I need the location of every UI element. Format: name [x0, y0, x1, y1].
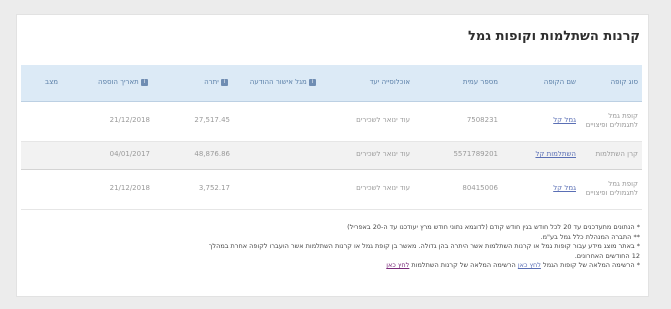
cell-date: 21/12/2018 [109, 116, 150, 125]
column-header-approval[interactable]: i מגל אישור ההודעה [234, 65, 322, 102]
fund-name-link[interactable]: גמל קל [553, 184, 576, 192]
footnote-middle: הרשימה המלאה של קרנות השתלמות [411, 261, 516, 269]
cell-fund-type: קופת גמל לתגמולים ופיצויים [585, 179, 638, 197]
footnotes: * הנתונים מתעדכנים עד 20 לכל חודש בגין ח… [20, 223, 640, 271]
column-header-date[interactable]: i תאריך הוספה [62, 65, 154, 102]
page-title: קרנות השתלמות וקופות גמל [468, 29, 640, 44]
info-icon[interactable]: i [141, 78, 148, 86]
main-panel: קרנות השתלמות וקופות גמל סוג קופה שם הקו… [16, 14, 649, 297]
column-header-status[interactable]: מצב [21, 65, 62, 102]
footnote: 12 החודשים האחרונים. [574, 251, 640, 260]
column-header-balance-label: יתרה [204, 78, 219, 87]
cell-member-number: 5571789201 [453, 150, 498, 159]
table-row: קופת גמל לתגמולים ופיצויים גמל קל 750823… [21, 101, 642, 141]
cell-date: 04/01/2017 [109, 150, 150, 159]
cell-target-population: עוד ינואר לשכירים [356, 184, 410, 193]
cell-balance: 3,752.17 [198, 184, 230, 193]
column-header-date-label: תאריך הוספה [98, 78, 139, 87]
footnote: ** התברה המנהלת כלל גמל בע"מ. [540, 232, 640, 241]
cell-approval [234, 141, 322, 169]
column-header-balance[interactable]: i יתרה [154, 65, 234, 102]
cell-fund-type: קרן השתלמות [595, 150, 638, 159]
cell-approval [234, 101, 322, 141]
column-header-fund-type[interactable]: סוג קופה [580, 65, 642, 102]
provident-funds-link[interactable]: לחץ כאן [518, 261, 541, 269]
footnote-prefix: * הרשימה המלאה של קופות הגמל [543, 261, 640, 269]
column-header-target-population[interactable]: אוכלוסייה יעד [322, 65, 414, 102]
cell-status [21, 101, 62, 141]
cell-target-population: עוד ינואר לשכירים [356, 150, 410, 159]
fund-name-link[interactable]: השתלמות קל [535, 150, 576, 158]
info-icon[interactable]: i [221, 78, 228, 86]
cell-balance: 27,517.45 [194, 116, 230, 125]
fund-name-link[interactable]: גמל קל [553, 116, 576, 124]
study-funds-link[interactable]: לחץ כאן [386, 261, 409, 269]
cell-fund-type: קופת גמל לתגמולים ופיצויים [585, 111, 638, 129]
footnote: * הנתונים מתעדכנים עד 20 לכל חודש בגין ח… [347, 223, 640, 231]
table-header-row: סוג קופה שם הקופה מספר עמית אוכלוסייה יע… [21, 65, 642, 102]
table-row: קופת גמל לתגמולים ופיצויים גמל קל 804150… [21, 169, 642, 209]
table-row: קרן השתלמות השתלמות קל 5571789201 עוד ינ… [21, 141, 642, 169]
footnote-links: * הרשימה המלאה של קופות הגמל לחץ כאן הרש… [20, 261, 640, 271]
cell-member-number: 80415006 [462, 184, 498, 193]
column-header-fund-name[interactable]: שם הקופה [502, 65, 580, 102]
column-header-approval-label: מגל אישור ההודעה [249, 78, 307, 87]
cell-approval [234, 169, 322, 209]
cell-date: 21/12/2018 [109, 184, 150, 193]
cell-member-number: 7508231 [466, 116, 498, 125]
info-icon[interactable]: i [309, 78, 316, 86]
footnote: * באתר מוצג מידע עבור קופות גמל או קרנות… [208, 242, 640, 250]
funds-table: סוג קופה שם הקופה מספר עמית אוכלוסייה יע… [21, 65, 642, 210]
cell-status [21, 141, 62, 169]
column-header-member-number[interactable]: מספר עמית [414, 65, 502, 102]
cell-balance: 48,876.86 [194, 150, 230, 159]
cell-target-population: עוד ינואר לשכירים [356, 116, 410, 125]
cell-status [21, 169, 62, 209]
